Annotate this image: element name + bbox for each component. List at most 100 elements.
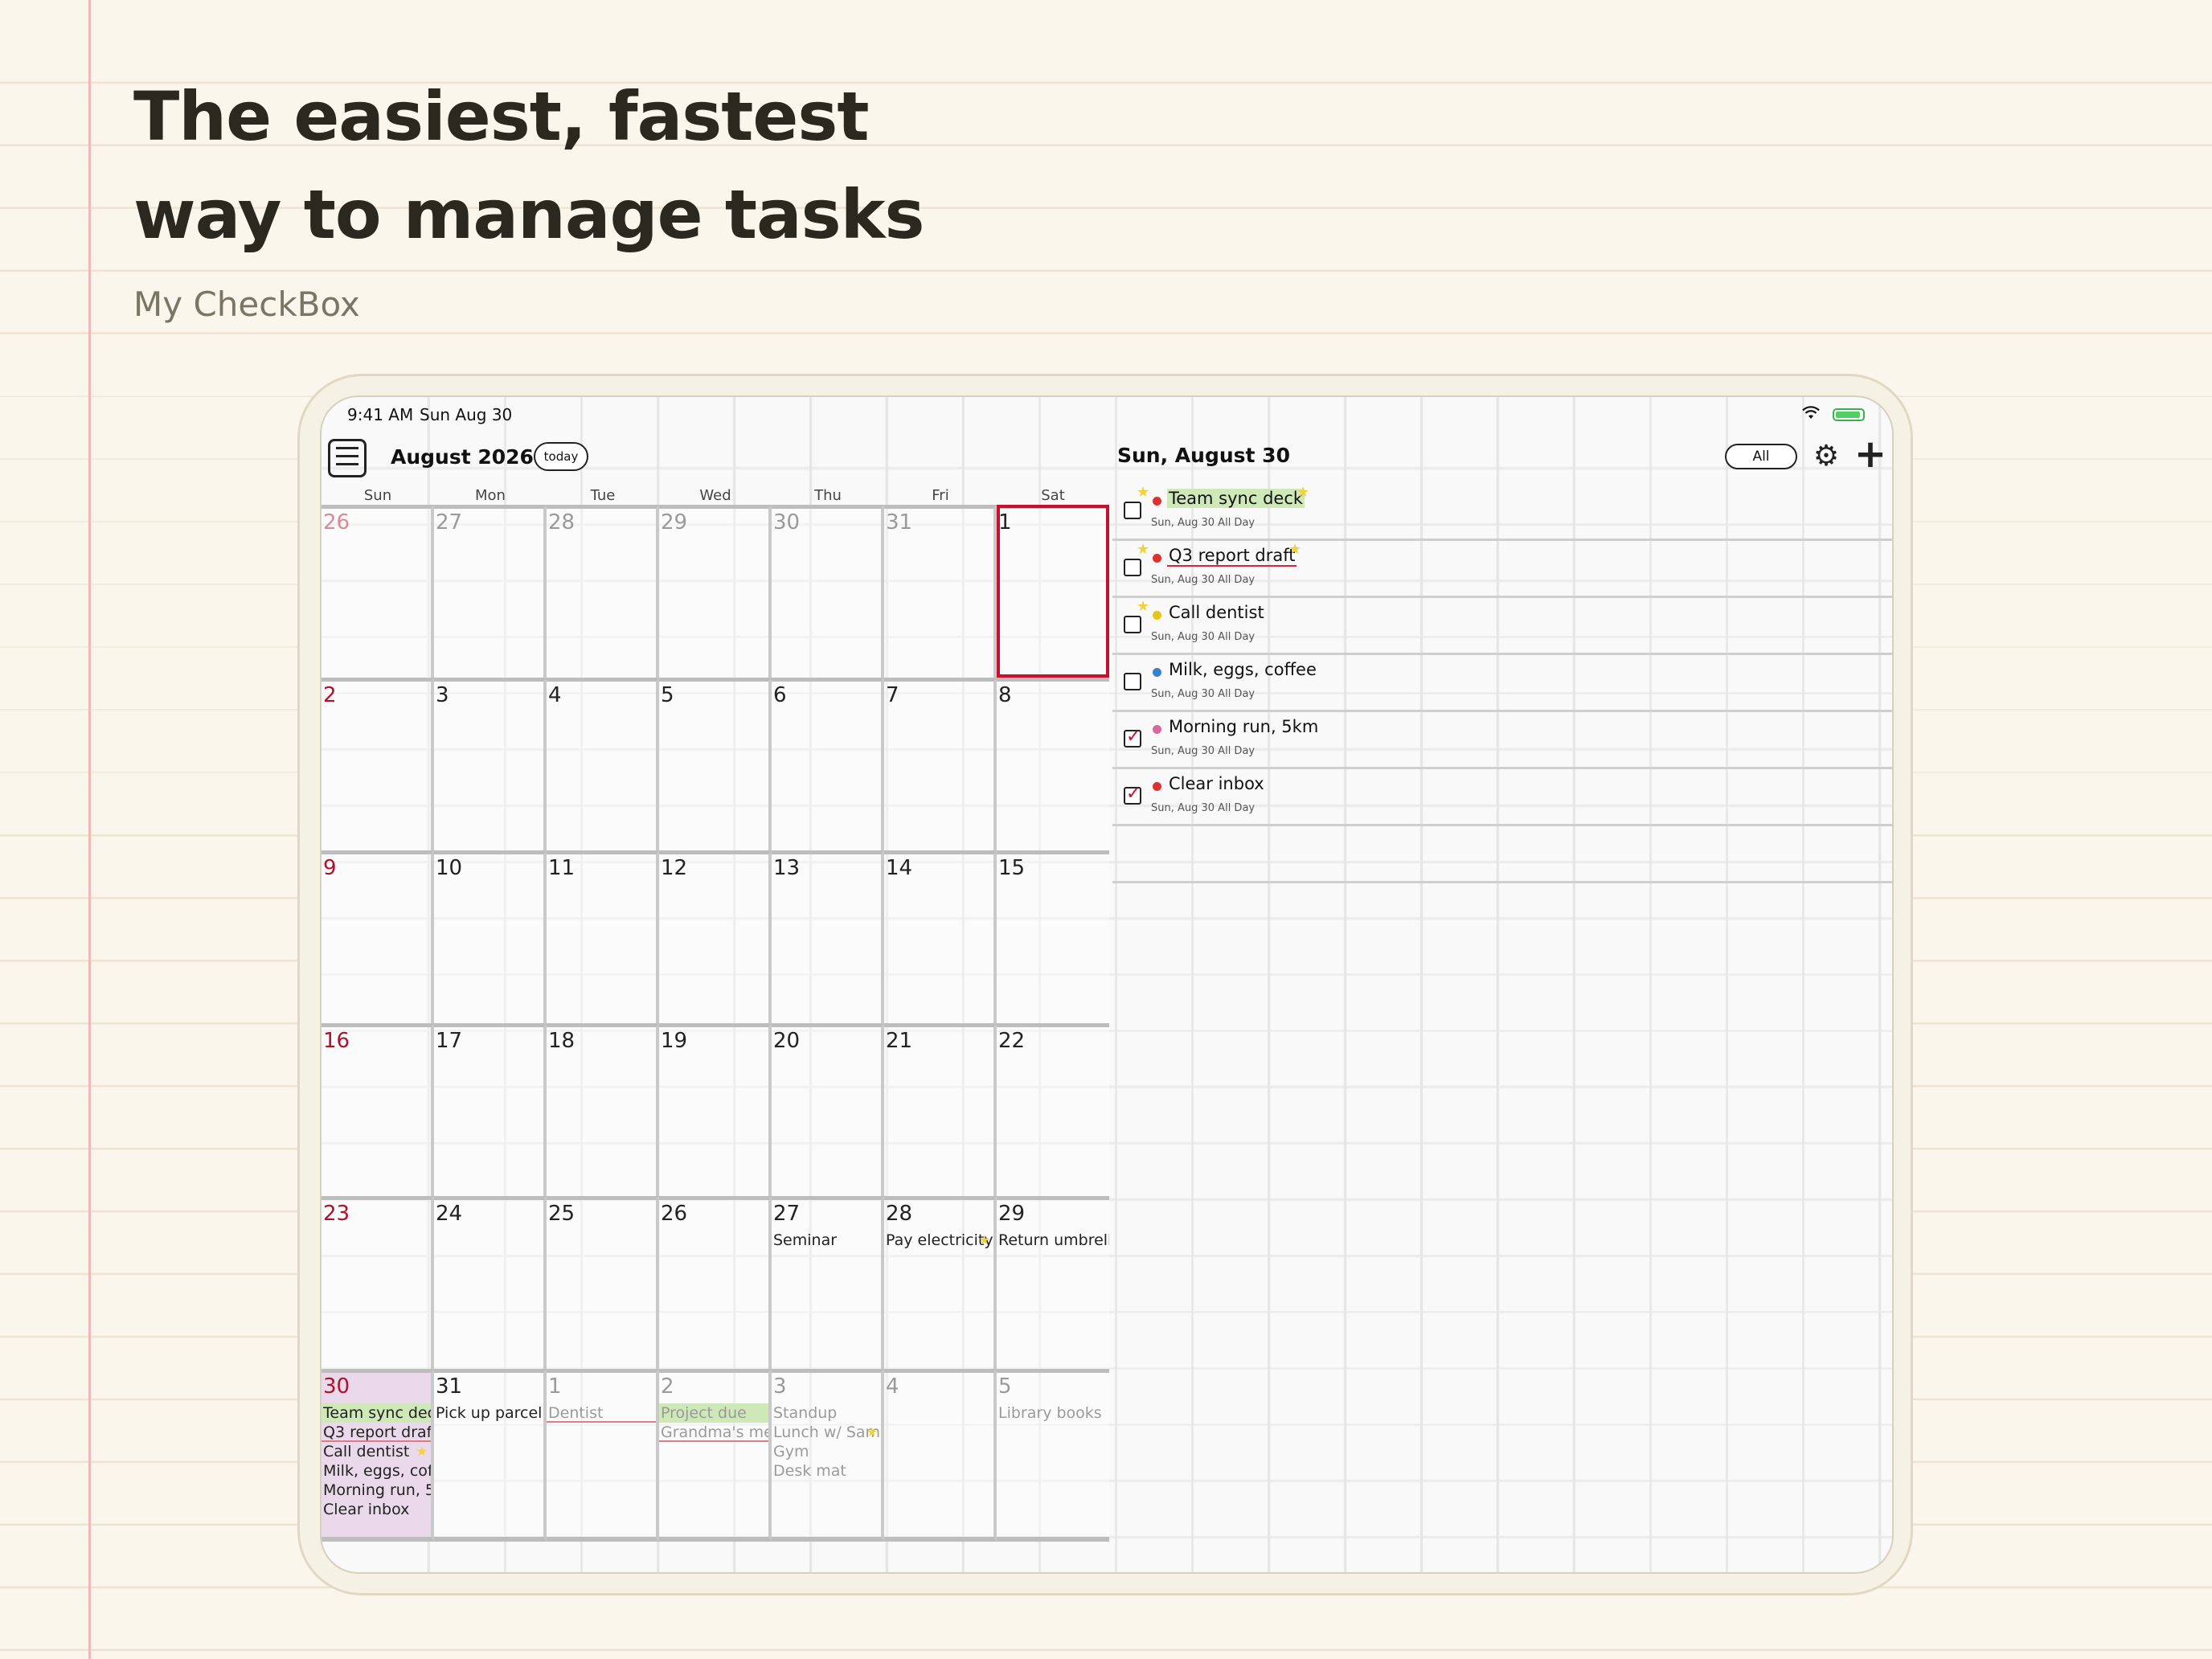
day-cell[interactable]: 6 <box>772 678 884 850</box>
day-cell[interactable]: 11 <box>547 850 659 1023</box>
day-cell[interactable]: 24 <box>434 1196 547 1369</box>
day-cell[interactable]: 31 Pick up parcel <box>434 1369 547 1542</box>
day-cell[interactable]: 12 <box>659 850 772 1023</box>
day-number: 13 <box>773 856 801 880</box>
day-cell[interactable]: 13 <box>772 850 884 1023</box>
day-cell[interactable]: 5 Library books <box>997 1369 1109 1542</box>
day-cell[interactable]: 29 Return umbrella <box>997 1196 1109 1369</box>
day-cell[interactable]: 1 <box>997 505 1109 678</box>
day-cell[interactable]: 16 <box>322 1023 434 1196</box>
priority-dot-icon <box>1153 611 1161 620</box>
task-title: Team sync deck <box>1167 489 1305 508</box>
task-checkbox[interactable] <box>1124 559 1141 576</box>
day-number: 12 <box>661 856 688 880</box>
day-cell[interactable]: 31 <box>884 505 997 678</box>
calendar-event[interactable]: Return umbrella <box>997 1231 1109 1250</box>
day-number: 4 <box>548 683 562 707</box>
gear-icon[interactable]: ⚙ <box>1810 440 1842 473</box>
day-cell[interactable]: 10 <box>434 850 547 1023</box>
day-cell[interactable]: 20 <box>772 1023 884 1196</box>
calendar-event[interactable]: Lunch w/ Sam <box>772 1423 881 1442</box>
task-checkbox[interactable] <box>1124 616 1141 633</box>
day-cell[interactable]: 27 Seminar <box>772 1196 884 1369</box>
task-checkbox[interactable] <box>1124 727 1141 748</box>
task-title: Clear inbox <box>1169 774 1264 793</box>
task-checkbox[interactable] <box>1124 673 1141 690</box>
day-cell[interactable]: 22 <box>997 1023 1109 1196</box>
calendar-event[interactable]: Q3 report draft <box>322 1423 431 1442</box>
star-icon: ★ <box>1137 598 1150 615</box>
calendar-event[interactable]: Standup <box>772 1403 881 1423</box>
day-cell[interactable]: 18 <box>547 1023 659 1196</box>
day-number: 15 <box>998 856 1026 880</box>
day-cell[interactable]: 17 <box>434 1023 547 1196</box>
calendar-event[interactable]: Milk, eggs, coffee <box>322 1461 431 1481</box>
day-cell[interactable]: 3 <box>434 678 547 850</box>
day-cell[interactable]: 9 <box>322 850 434 1023</box>
day-number: 2 <box>661 1374 674 1399</box>
day-number: 24 <box>436 1202 463 1226</box>
wifi-icon <box>1802 405 1820 424</box>
calendar-event[interactable]: Desk mat <box>772 1461 881 1481</box>
day-cell[interactable]: 30 <box>772 505 884 678</box>
day-cell[interactable]: 23 <box>322 1196 434 1369</box>
task-row[interactable]: Milk, eggs, coffee Sun, Aug 30 All Day <box>1112 655 1892 712</box>
calendar-event[interactable]: Morning run, 5km <box>322 1481 431 1500</box>
day-events: StandupLunch w/ SamGymDesk mat <box>772 1403 881 1481</box>
task-row[interactable]: ★ Call dentist Sun, Aug 30 All Day <box>1112 598 1892 655</box>
day-number: 28 <box>548 510 576 535</box>
calendar-event[interactable]: Grandma's meal <box>659 1423 768 1442</box>
task-checkbox[interactable] <box>1124 502 1141 519</box>
calendar-event[interactable]: Project due <box>659 1403 768 1423</box>
priority-dot-icon <box>1153 554 1161 563</box>
day-cell[interactable]: 3 StandupLunch w/ SamGymDesk mat <box>772 1369 884 1542</box>
calendar-event[interactable]: Clear inbox <box>322 1500 431 1519</box>
calendar-event[interactable]: Library books <box>997 1403 1109 1423</box>
day-cell[interactable]: 27 <box>434 505 547 678</box>
day-cell[interactable]: 26 <box>659 1196 772 1369</box>
day-cell[interactable]: 26 <box>322 505 434 678</box>
calendar-event[interactable]: Gym <box>772 1442 881 1461</box>
menu-icon[interactable] <box>328 439 367 477</box>
day-number: 5 <box>661 683 674 707</box>
calendar-event[interactable]: Pick up parcel <box>434 1403 543 1423</box>
status-bar: 9:41 AM Sun Aug 30 <box>346 405 1865 429</box>
day-cell[interactable]: 1 Dentist <box>547 1369 659 1542</box>
day-cell[interactable]: 8 <box>997 678 1109 850</box>
empty-task-row[interactable] <box>1112 826 1892 883</box>
day-cell[interactable]: 2 Project dueGrandma's meal <box>659 1369 772 1542</box>
day-cell[interactable]: 7 <box>884 678 997 850</box>
filter-all-button[interactable]: All <box>1725 444 1797 469</box>
plus-icon[interactable]: + <box>1854 435 1887 473</box>
day-cell[interactable]: 30 Team sync deckQ3 report draftCall dent… <box>322 1369 434 1542</box>
day-cell[interactable]: 15 <box>997 850 1109 1023</box>
calendar-event[interactable]: Dentist <box>547 1403 656 1423</box>
priority-dot-icon <box>1153 668 1161 677</box>
calendar-event[interactable]: Call dentist <box>322 1442 431 1461</box>
weekday-label: Mon <box>475 487 506 504</box>
task-row[interactable]: Morning run, 5km Sun, Aug 30 All Day <box>1112 712 1892 769</box>
day-cell[interactable]: 5 <box>659 678 772 850</box>
task-date-meta: Sun, Aug 30 All Day <box>1151 631 1256 643</box>
task-checkbox[interactable] <box>1124 784 1141 805</box>
day-cell[interactable]: 25 <box>547 1196 659 1369</box>
day-cell[interactable]: 28 <box>547 505 659 678</box>
day-events: Seminar <box>772 1231 881 1250</box>
day-cell[interactable]: 2 <box>322 678 434 850</box>
calendar-event[interactable]: Pay electricity <box>884 1231 993 1250</box>
task-row[interactable]: Clear inbox Sun, Aug 30 All Day <box>1112 769 1892 826</box>
calendar-event[interactable]: Seminar <box>772 1231 881 1250</box>
day-cell[interactable]: 4 <box>884 1369 997 1542</box>
day-cell[interactable]: 21 <box>884 1023 997 1196</box>
task-row[interactable]: ★ Team sync deck ★ Sun, Aug 30 All Day <box>1112 484 1892 541</box>
star-icon: ★ <box>1137 484 1150 501</box>
calendar-event[interactable]: Team sync deck <box>322 1403 431 1423</box>
day-cell[interactable]: 29 <box>659 505 772 678</box>
today-button[interactable]: today <box>534 442 588 471</box>
day-cell[interactable]: 28 Pay electricity <box>884 1196 997 1369</box>
day-cell[interactable]: 19 <box>659 1023 772 1196</box>
task-row[interactable]: ★ Q3 report draft ★ Sun, Aug 30 All Day <box>1112 541 1892 598</box>
day-cell[interactable]: 4 <box>547 678 659 850</box>
day-cell[interactable]: 14 <box>884 850 997 1023</box>
day-number: 21 <box>886 1029 913 1053</box>
